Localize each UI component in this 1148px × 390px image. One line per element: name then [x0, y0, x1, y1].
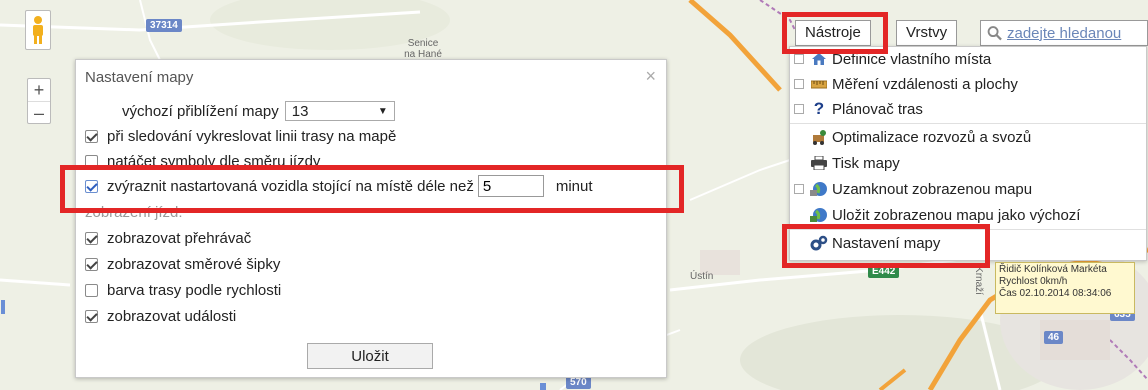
globe-save-icon: [810, 206, 828, 224]
minutes-unit-label: minut: [555, 177, 593, 195]
option-row: barva trasy podle rychlosti: [85, 279, 281, 301]
map-settings-dialog: Nastavení mapy × výchozí přiblížení mapy…: [75, 59, 667, 378]
menu-checkbox[interactable]: [794, 104, 804, 114]
dialog-title: Nastavení mapy: [85, 69, 194, 86]
option-row: natáčet symboly dle směru jízdy: [85, 150, 320, 172]
save-button[interactable]: Uložit: [307, 343, 433, 369]
vehicle-time: Čas 02.10.2014 08:34:06: [999, 288, 1112, 299]
menu-item-label: Uložit zobrazenou mapu jako výchozí: [832, 206, 1081, 224]
menu-item-save-default[interactable]: Uložit zobrazenou mapu jako výchozí: [794, 203, 1080, 227]
show-events-checkbox[interactable]: [85, 309, 98, 323]
side-road-label: Krnaží: [972, 266, 984, 295]
question-icon: ?: [813, 99, 825, 118]
zoom-in-button[interactable]: +: [28, 79, 50, 101]
menu-checkbox[interactable]: [794, 54, 804, 64]
show-events-label: zobrazovat události: [107, 307, 237, 325]
place-label-ustin: Ústín: [690, 271, 714, 282]
highlight-vehicles-label: zvýraznit nastartovaná vozidla stojící n…: [107, 177, 474, 195]
menu-item-label: Měření vzdálenosti a plochy: [832, 75, 1018, 93]
show-arrows-checkbox[interactable]: [85, 257, 98, 271]
rotate-symbols-checkbox[interactable]: [85, 154, 98, 168]
menu-item-route-planner[interactable]: ? Plánovač tras: [794, 97, 923, 121]
menu-item-measure[interactable]: Měření vzdálenosti a plochy: [794, 72, 1018, 96]
search-icon: [987, 26, 1002, 41]
menu-item-label: Plánovač tras: [832, 100, 923, 118]
vehicle-speed: Rychlost 0km/h: [999, 276, 1068, 287]
menu-checkbox[interactable]: [794, 79, 804, 89]
vehicle-info-tooltip: Řidič Kolínková Markéta Rychlost 0km/h Č…: [995, 262, 1135, 314]
gears-icon: [810, 234, 828, 252]
option-row: při sledování vykreslovat linii trasy na…: [85, 125, 396, 147]
globe-lock-icon: [810, 180, 828, 198]
option-row: zobrazovat přehrávač: [85, 227, 251, 249]
zoom-out-button[interactable]: –: [28, 101, 50, 123]
driver-name: Řidič Kolínková Markéta: [999, 264, 1107, 275]
default-zoom-label: výchozí přiblížení mapy: [122, 102, 279, 120]
track-line-label: při sledování vykreslovat linii trasy na…: [107, 127, 397, 145]
menu-item-label: Tisk mapy: [832, 154, 900, 172]
option-row: zobrazovat směrové šipky: [85, 253, 280, 275]
track-line-checkbox[interactable]: [85, 129, 98, 143]
menu-item-map-settings[interactable]: Nastavení mapy: [794, 231, 940, 255]
speed-color-checkbox[interactable]: [85, 283, 98, 297]
option-row: zvýraznit nastartovaná vozidla stojící n…: [85, 175, 593, 197]
rotate-symbols-label: natáčet symboly dle směru jízdy: [107, 152, 321, 170]
default-zoom-value: 13: [291, 102, 309, 120]
road-badge: 46: [1044, 331, 1064, 344]
menu-divider: [790, 229, 1146, 230]
menu-item-label: Optimalizace rozvozů a svozů: [832, 128, 1032, 146]
highlight-minutes-input[interactable]: [477, 175, 544, 197]
menu-item-optimization[interactable]: Optimalizace rozvozů a svozů: [794, 125, 1031, 149]
menu-checkbox[interactable]: [794, 184, 804, 194]
speed-color-label: barva trasy podle rychlosti: [107, 281, 282, 299]
menu-item-label: Uzamknout zobrazenou mapu: [832, 180, 1033, 198]
street-view-pegman-icon[interactable]: [25, 10, 51, 50]
menu-item-lock-map[interactable]: Uzamknout zobrazenou mapu: [794, 177, 1032, 201]
tools-button[interactable]: Nástroje: [795, 20, 871, 46]
ruler-icon: [810, 75, 828, 93]
highlight-vehicles-checkbox[interactable]: [85, 179, 98, 193]
rides-display-label: zobrazení jízd:: [85, 203, 183, 221]
show-arrows-label: zobrazovat směrové šipky: [107, 255, 281, 273]
rides-display-heading: zobrazení jízd:: [85, 201, 183, 223]
road-badge: 37314: [146, 19, 182, 32]
zoom-control: + –: [27, 78, 51, 124]
tools-menu: Definice vlastního místa Měření vzdáleno…: [789, 46, 1147, 261]
menu-item-custom-place[interactable]: Definice vlastního místa: [794, 47, 991, 71]
menu-item-label: Nastavení mapy: [832, 234, 941, 252]
printer-icon: [810, 154, 828, 172]
menu-divider: [790, 123, 1146, 124]
show-player-label: zobrazovat přehrávač: [107, 229, 252, 247]
optimize-icon: [810, 128, 828, 146]
default-zoom-row: výchozí přiblížení mapy 13 ▼: [122, 100, 395, 122]
road-badge: E442: [868, 265, 900, 278]
place-label-senice: Senice na Hané: [404, 38, 442, 60]
close-icon[interactable]: ×: [645, 66, 656, 87]
search-box: [980, 20, 1148, 46]
menu-item-label: Definice vlastního místa: [832, 50, 992, 68]
chevron-down-icon: ▼: [377, 105, 388, 117]
show-player-checkbox[interactable]: [85, 231, 98, 245]
option-row: zobrazovat události: [85, 305, 236, 327]
default-zoom-select[interactable]: 13 ▼: [284, 101, 395, 121]
house-icon: [810, 50, 828, 68]
search-input[interactable]: [1007, 24, 1147, 42]
menu-item-print[interactable]: Tisk mapy: [794, 151, 900, 175]
layers-button[interactable]: Vrstvy: [896, 20, 958, 46]
